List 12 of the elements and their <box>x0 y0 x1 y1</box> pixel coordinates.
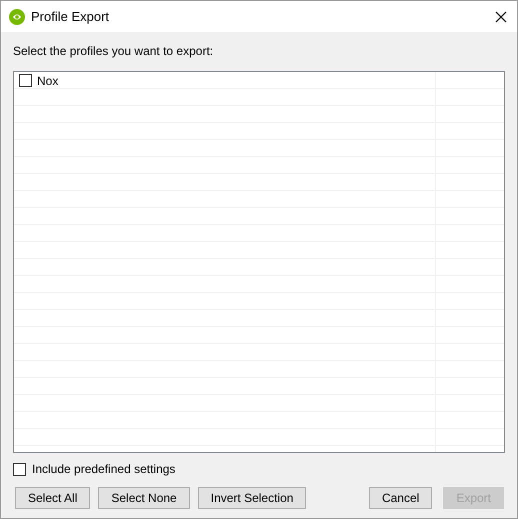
dialog-button[interactable]: Cancel <box>368 487 432 509</box>
prompt-label: Select the profiles you want to export: <box>13 44 214 58</box>
checkbox-label: Include predefined settings <box>32 461 176 478</box>
app-logo-icon <box>9 8 25 24</box>
checkbox[interactable] <box>19 74 32 87</box>
checkbox[interactable] <box>13 462 26 476</box>
window-title: Profile Export <box>31 8 110 26</box>
profile-item[interactable]: Nox <box>14 72 504 89</box>
close-icon <box>495 10 507 22</box>
dialog-button[interactable]: Invert Selection <box>198 487 306 509</box>
dialog-button[interactable]: Select All <box>15 487 90 509</box>
dialog-button[interactable]: Select None <box>98 487 190 509</box>
